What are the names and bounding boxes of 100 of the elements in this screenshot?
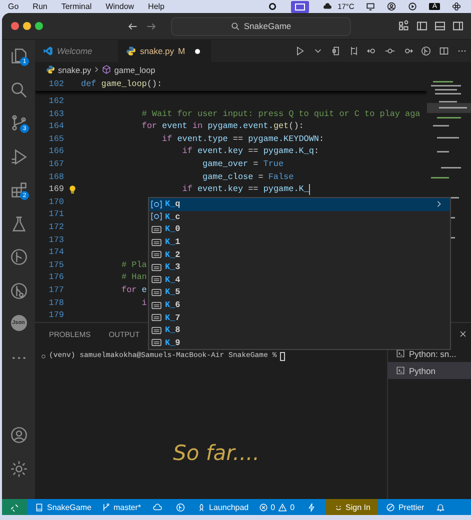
line-number: 172 — [48, 220, 64, 234]
forward-arrow-icon[interactable] — [146, 20, 157, 32]
zoom-window-button[interactable] — [35, 22, 43, 30]
python-logo-icon — [126, 46, 136, 56]
suggestion-item[interactable]: K_4 — [149, 274, 450, 286]
suggestion-item[interactable]: K_5 — [149, 286, 450, 299]
flower-icon[interactable] — [452, 2, 461, 11]
code-line: if event.key == pygame.K_ — [181, 183, 309, 196]
split-editor-icon[interactable] — [439, 46, 449, 56]
suggestion-item[interactable]: K_1 — [149, 236, 450, 248]
next-change-icon[interactable] — [403, 46, 413, 56]
run-icon[interactable] — [295, 46, 305, 56]
line-number: 178 — [48, 296, 64, 310]
close-icon[interactable] — [459, 330, 467, 338]
python-logo-icon — [46, 65, 55, 74]
branch-icon — [101, 502, 110, 512]
rocket-icon — [197, 502, 206, 512]
cloud-icon[interactable] — [322, 2, 332, 11]
line-number: 175 — [48, 258, 64, 272]
close-window-button[interactable] — [11, 22, 19, 30]
layout-icon[interactable] — [398, 20, 410, 32]
git-graph-icon[interactable] — [10, 248, 28, 266]
extensions-icon[interactable] — [10, 181, 28, 199]
status-item[interactable]: Launchpad — [195, 499, 251, 515]
run-debug-icon[interactable] — [10, 148, 28, 166]
menu-item[interactable]: Help — [148, 2, 164, 11]
suggestion-item[interactable]: K_q — [149, 198, 450, 211]
search-icon — [230, 22, 240, 30]
line-number: 177 — [48, 284, 64, 296]
line-number: 162 — [48, 95, 64, 108]
menu-item[interactable]: Terminal — [61, 2, 92, 11]
warning-icon — [278, 502, 288, 512]
timeline-icon[interactable] — [421, 46, 431, 56]
constant-icon — [151, 238, 162, 247]
line-number: 163 — [48, 108, 64, 120]
code-line: if event.type == pygame.KEYDOWN: — [161, 132, 324, 146]
lightbulb-icon[interactable] — [68, 184, 77, 194]
status-item[interactable]: Sign In — [326, 499, 378, 515]
line-number: 179 — [48, 309, 64, 322]
suggestion-item[interactable]: K_0 — [149, 223, 450, 236]
flask-icon[interactable] — [10, 214, 28, 232]
problems-status[interactable]: 0 0 — [256, 499, 297, 515]
sidebar-right-icon[interactable] — [452, 20, 464, 32]
bell-icon[interactable] — [436, 502, 446, 512]
vscode-logo-icon — [43, 46, 53, 56]
previous-change-icon[interactable] — [367, 46, 377, 56]
terminal-cursor — [280, 352, 285, 360]
caption-text: So far.... — [173, 441, 260, 465]
sidebar-left-icon[interactable] — [416, 20, 428, 32]
variable-icon — [151, 200, 162, 209]
command-center-field[interactable]: SnakeGame — [171, 16, 351, 36]
status-item[interactable]: SnakeGame — [33, 499, 94, 515]
user-icon[interactable] — [387, 2, 396, 11]
account-icon[interactable] — [10, 426, 28, 444]
device-icon[interactable] — [331, 46, 341, 56]
menu-item[interactable]: Window — [106, 2, 134, 11]
source-control-icon[interactable] — [10, 114, 28, 132]
panel-bottom-icon[interactable] — [434, 20, 446, 32]
line-number: 168 — [48, 170, 64, 184]
status-item[interactable]: Prettier — [384, 499, 426, 515]
record-icon[interactable] — [268, 2, 277, 11]
suggestion-item[interactable]: K_6 — [149, 298, 450, 312]
screen-share-icon[interactable] — [288, 0, 311, 12]
suggestion-item[interactable]: K_7 — [149, 311, 450, 324]
breadcrumb-item[interactable]: game_loop — [114, 64, 156, 74]
lightning-icon[interactable] — [306, 502, 316, 512]
code-line: for e — [120, 284, 147, 296]
suggestion-item[interactable]: K_c — [149, 210, 450, 224]
back-arrow-icon[interactable] — [127, 20, 138, 32]
suggestion-item[interactable]: K_3 — [149, 260, 450, 274]
status-item[interactable]: master* — [99, 499, 144, 515]
terminal-list-item[interactable]: Python — [388, 362, 471, 379]
editor-tab[interactable]: snake.py M — [118, 40, 211, 62]
menu-item[interactable]: Run — [32, 2, 48, 11]
code-line: for event in pygame.event.get(): — [140, 120, 304, 133]
chevron-right-icon — [94, 65, 100, 74]
code-line: # Pla — [120, 258, 147, 272]
files-icon[interactable] — [10, 47, 28, 65]
breadcrumb-item[interactable]: snake.py — [58, 64, 92, 74]
menu-item[interactable]: Go — [8, 2, 19, 11]
code-line: game_over = True — [202, 158, 284, 171]
display-icon[interactable] — [366, 2, 376, 11]
line-number: 171 — [48, 208, 64, 221]
chevron-right-icon[interactable] — [436, 200, 442, 208]
code-line: def game_loop(): — [81, 78, 162, 90]
settings-icon[interactable] — [10, 460, 28, 478]
play-circle-icon[interactable] — [408, 2, 418, 11]
compare-icon[interactable] — [349, 46, 359, 56]
code-line: # Han — [120, 271, 147, 284]
variable-icon — [151, 212, 162, 222]
editor-tab[interactable]: Welcome — [35, 40, 118, 62]
line-number: 102 — [48, 78, 64, 90]
suggestion-item[interactable]: K_2 — [149, 248, 450, 261]
suggestion-item[interactable]: K_8 — [149, 324, 450, 337]
line-number: 174 — [48, 246, 64, 259]
search-icon[interactable] — [10, 80, 28, 98]
error-icon — [258, 502, 268, 512]
minimize-window-button[interactable] — [23, 22, 31, 30]
terminal-icon — [396, 366, 405, 375]
constant-icon — [151, 224, 162, 234]
